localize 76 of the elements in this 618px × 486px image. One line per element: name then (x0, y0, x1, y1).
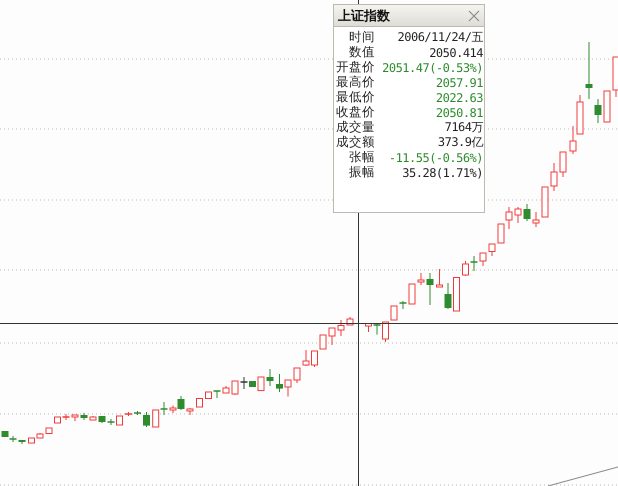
field-label: 最高价 (335, 74, 375, 91)
candlestick (480, 252, 486, 266)
candlestick (542, 186, 548, 218)
candlestick (320, 334, 326, 350)
candlestick (249, 380, 256, 388)
field-label: 收盘价 (335, 104, 375, 120)
candlestick (382, 322, 389, 342)
candlestick (560, 152, 566, 178)
field-value: 7164万 (444, 119, 483, 136)
candlestick (232, 380, 238, 396)
field-value: 35.28(1.71%) (402, 166, 483, 180)
field-label: 成交量 (335, 119, 375, 136)
candlestick (532, 212, 540, 228)
field-value: -11.55(-0.56%) (388, 150, 483, 164)
candlestick (338, 320, 344, 336)
candlestick (284, 380, 292, 397)
candlestick (302, 350, 310, 366)
candlestick (36, 432, 44, 438)
candlestick (470, 256, 478, 272)
field-value: 373.9亿 (438, 134, 483, 151)
candlestick (28, 438, 35, 444)
candlestick (514, 206, 522, 224)
field-value: 2050.414 (429, 46, 483, 60)
field-value: 2006/11/24/五 (398, 29, 483, 46)
candlestick (134, 410, 141, 416)
candlestick (524, 204, 530, 222)
field-value: 2050.81 (436, 106, 483, 120)
panel-title: 上证指数 (338, 8, 390, 24)
candlestick (258, 376, 264, 392)
field-value: 2057.91 (436, 76, 483, 90)
candlestick (311, 350, 318, 368)
candlestick (143, 412, 150, 428)
candlestick (125, 412, 132, 416)
field-label: 张幅 (348, 149, 375, 166)
field-label: 时间 (348, 29, 375, 46)
candlestick (374, 322, 380, 336)
candlestick (72, 414, 78, 422)
candlestick (276, 374, 283, 392)
candlestick (98, 416, 106, 424)
candlestick (116, 416, 123, 426)
field-label: 成交额 (335, 134, 375, 150)
candlestick (328, 328, 336, 346)
field-value: 2051.47(-0.53%) (382, 60, 483, 74)
candlestick (240, 376, 248, 390)
field-label: 数值 (348, 44, 375, 61)
candlestick (550, 162, 558, 192)
candlestick (426, 272, 434, 306)
candlestick (586, 42, 592, 100)
candlestick (418, 272, 424, 286)
candlestick (390, 306, 398, 320)
field-value: 2022.63 (436, 90, 483, 104)
candlestick (80, 412, 88, 420)
candlestick (222, 386, 230, 394)
candlestick (186, 408, 194, 416)
candlestick (436, 268, 443, 288)
field-label: 振幅 (348, 164, 375, 181)
candlestick (90, 416, 96, 420)
trend-line (548, 466, 618, 486)
candlestick (18, 440, 26, 444)
candlestick (214, 390, 220, 398)
candlestick (408, 284, 416, 304)
candlestick (294, 368, 300, 384)
field-label: 最低价 (335, 89, 375, 106)
candlestick (400, 300, 406, 310)
candlestick (62, 414, 70, 420)
candlestick (604, 90, 610, 122)
candlestick (108, 418, 114, 426)
field-label: 开盘价 (335, 59, 375, 76)
candlestick (365, 323, 372, 332)
candlestick (266, 368, 274, 386)
candlestick (462, 260, 469, 276)
candlestick (488, 244, 496, 256)
close-icon[interactable] (467, 8, 481, 22)
candlestick (444, 282, 452, 310)
candlestick (594, 98, 602, 124)
candlestick (453, 277, 460, 312)
